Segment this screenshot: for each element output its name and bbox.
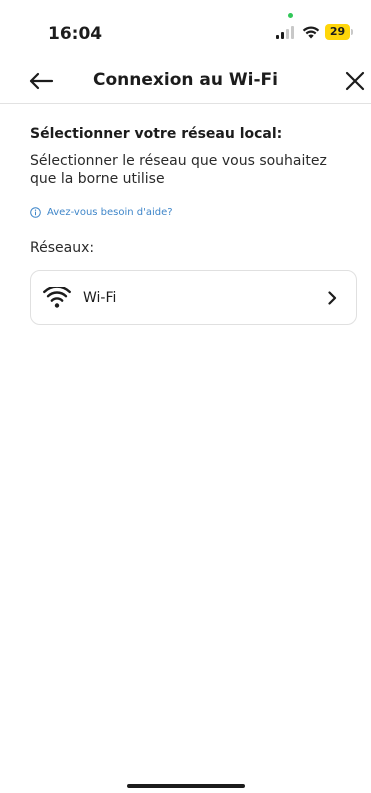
close-button[interactable] bbox=[340, 66, 370, 96]
network-item-wifi[interactable]: Wi-Fi bbox=[30, 270, 357, 325]
help-link-label: Avez-vous besoin d'aide? bbox=[47, 207, 173, 218]
status-time: 16:04 bbox=[48, 24, 103, 44]
main-content: Sélectionner votre réseau local: Sélecti… bbox=[30, 104, 357, 325]
wifi-icon bbox=[43, 286, 71, 309]
info-icon bbox=[30, 207, 41, 218]
signal-icon bbox=[276, 26, 296, 39]
help-link[interactable]: Avez-vous besoin d'aide? bbox=[30, 207, 357, 218]
chevron-right-icon bbox=[324, 290, 340, 306]
network-name: Wi-Fi bbox=[83, 289, 117, 306]
battery-icon: 29 bbox=[325, 24, 354, 40]
page-title: Connexion au Wi-Fi bbox=[93, 70, 278, 90]
header: Connexion au Wi-Fi bbox=[0, 62, 371, 104]
home-indicator[interactable] bbox=[127, 784, 245, 788]
close-icon bbox=[345, 71, 365, 91]
status-bar: 16:04 29 bbox=[0, 0, 371, 62]
battery-tip bbox=[351, 29, 353, 35]
privacy-indicator-dot bbox=[288, 13, 293, 18]
wifi-icon bbox=[302, 25, 320, 39]
section-title: Sélectionner votre réseau local: bbox=[30, 126, 283, 142]
section-description: Sélectionner le réseau que vous souhaite… bbox=[30, 153, 327, 187]
battery-level: 29 bbox=[325, 24, 350, 40]
networks-label: Réseaux: bbox=[30, 240, 95, 256]
